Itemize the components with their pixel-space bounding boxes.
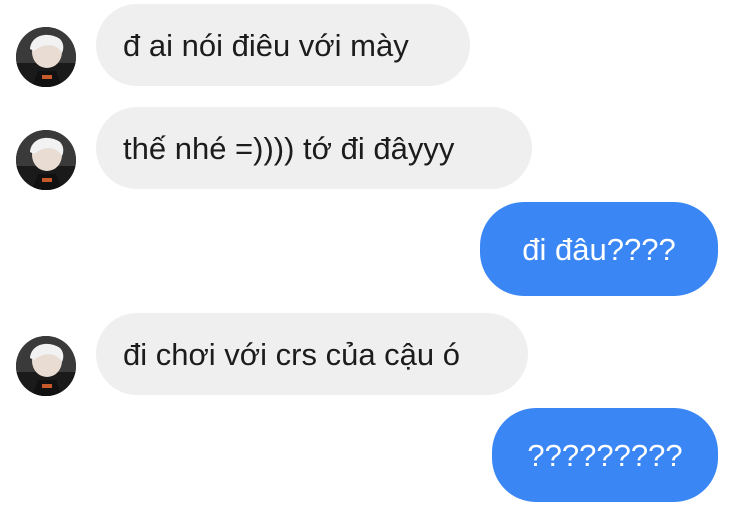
message-bubble-incoming[interactable]: đ ai nói điêu với mày xyxy=(96,4,470,86)
message-bubble-incoming[interactable]: đi chơi với crs của cậu ó xyxy=(96,313,528,395)
message-text: đ ai nói điêu với mày xyxy=(123,27,409,63)
avatar-photo-icon xyxy=(16,130,76,190)
message-text: đi chơi với crs của cậu ó xyxy=(123,336,461,372)
avatar-photo-icon xyxy=(16,27,76,87)
message-text: đi đâu???? xyxy=(522,231,676,267)
sender-avatar[interactable] xyxy=(16,130,76,190)
message-bubble-incoming[interactable]: thế nhé =)))) tớ đi đâyyy xyxy=(96,107,532,189)
avatar-photo-icon xyxy=(16,336,76,396)
message-text: thế nhé =)))) tớ đi đâyyy xyxy=(123,130,455,166)
message-bubble-outgoing[interactable]: ????????? xyxy=(492,408,718,502)
message-bubble-outgoing[interactable]: đi đâu???? xyxy=(480,202,718,296)
chat-thread: đ ai nói điêu với mày thế nhé =)))) tớ đ… xyxy=(0,0,750,517)
sender-avatar[interactable] xyxy=(16,336,76,396)
message-text: ????????? xyxy=(527,437,683,473)
sender-avatar[interactable] xyxy=(16,27,76,87)
